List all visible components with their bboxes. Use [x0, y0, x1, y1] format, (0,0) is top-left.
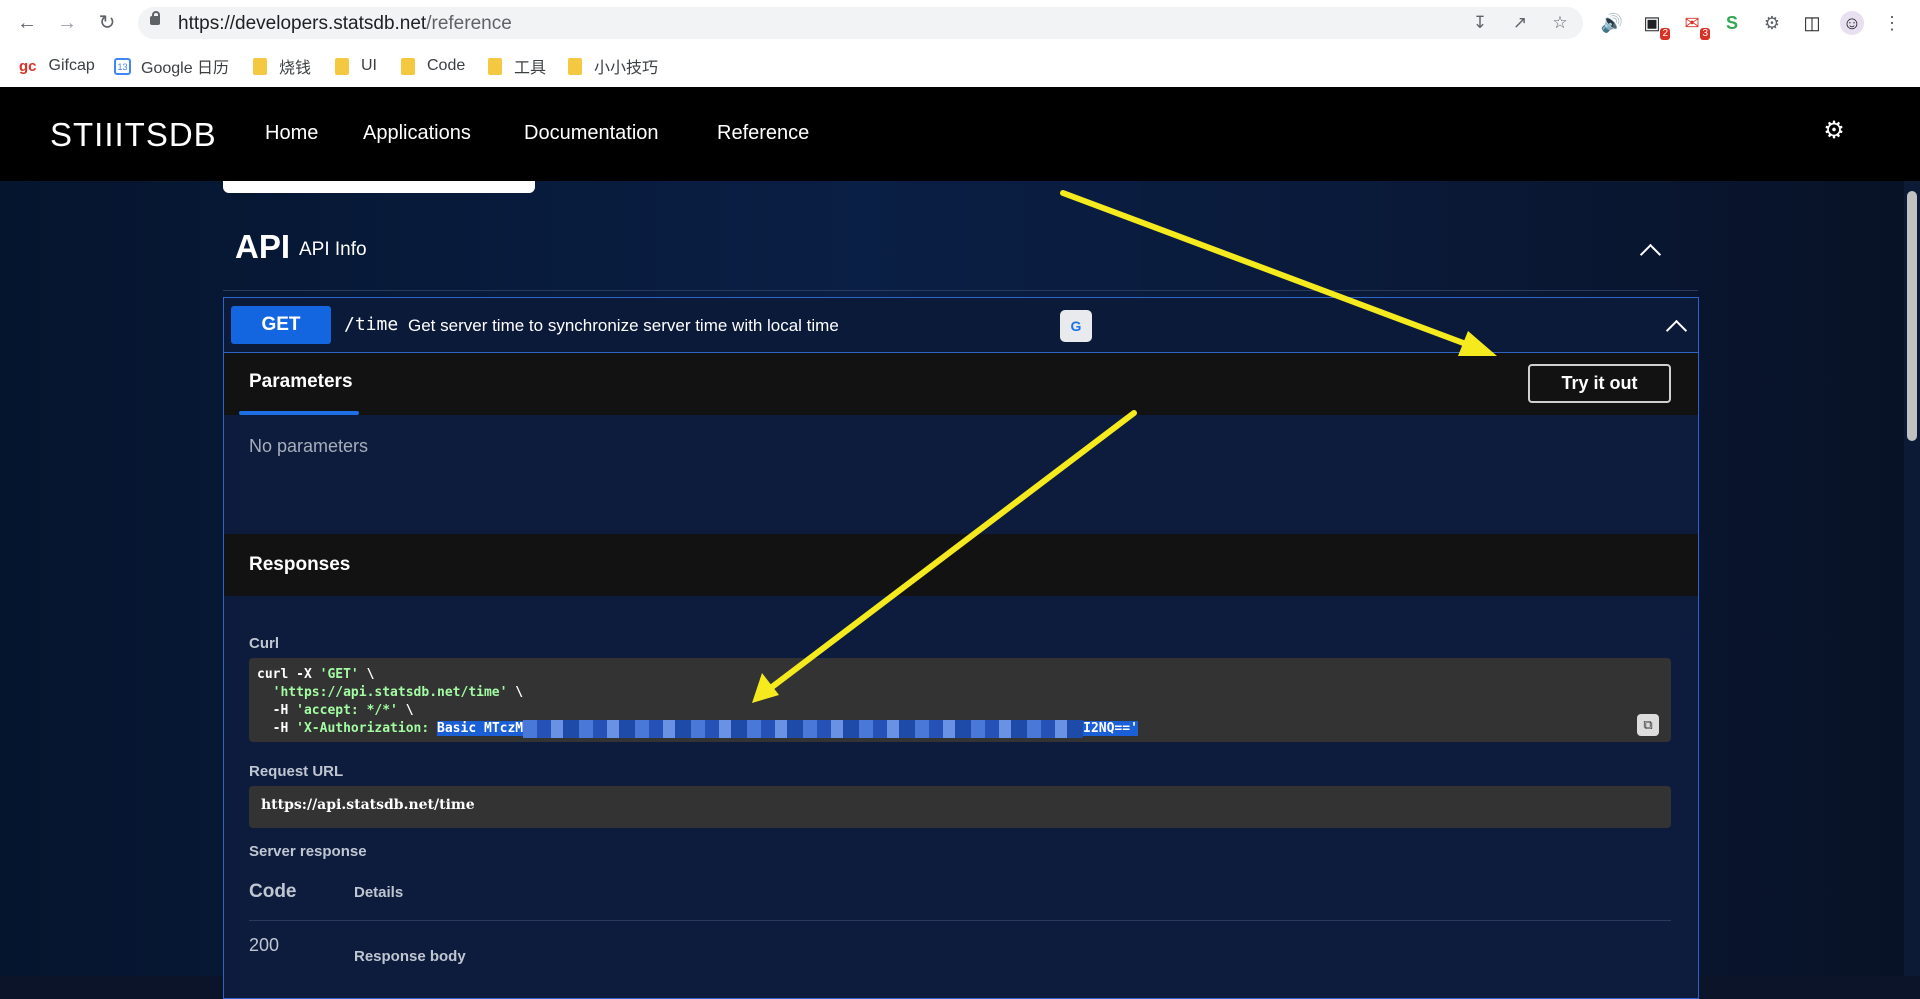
curl-label: Curl: [249, 635, 279, 652]
details-column-header: Details: [354, 884, 404, 901]
try-it-out-button[interactable]: Try it out: [1528, 364, 1671, 403]
tab-parameters[interactable]: Parameters: [249, 371, 353, 393]
sidepanel-icon[interactable]: ◫: [1800, 11, 1824, 35]
chevron-up-icon[interactable]: [1639, 238, 1663, 262]
lock-icon: [150, 11, 160, 25]
star-icon[interactable]: ☆: [1550, 13, 1570, 33]
no-parameters-text: No parameters: [249, 436, 369, 456]
operation-summary: Get server time to synchronize server ti…: [408, 316, 839, 335]
redacted-token: [523, 720, 1084, 738]
back-icon[interactable]: ←: [14, 10, 40, 36]
nav-documentation[interactable]: Documentation: [524, 122, 659, 145]
page-scrollbar[interactable]: [1904, 181, 1920, 976]
bookmark-folder[interactable]: UI: [335, 54, 377, 78]
operation-block: GET /time Get server time to synchronize…: [223, 297, 1699, 999]
folder-icon: [488, 57, 502, 75]
puzzle-icon[interactable]: ⚙: [1760, 11, 1784, 35]
divider: [223, 290, 1698, 291]
bookmark-gifcap[interactable]: gc Gifcap: [19, 54, 95, 78]
server-response-label: Server response: [249, 843, 367, 860]
gear-icon[interactable]: ⚙: [1823, 119, 1845, 143]
extension-icon[interactable]: ▣ 2: [1640, 11, 1670, 40]
share-icon[interactable]: ↗: [1510, 13, 1530, 33]
section-subtitle: API Info: [299, 239, 367, 260]
code-column-header: Code: [249, 881, 297, 902]
url-text[interactable]: https://developers.statsdb.net/reference: [178, 13, 512, 35]
curl-code-block[interactable]: curl -X 'GET' \ 'https://api.statsdb.net…: [249, 658, 1671, 742]
highlighted-token-start: Basic MTczM: [437, 721, 524, 736]
bookmark-folder[interactable]: 小小技巧: [568, 54, 658, 78]
address-bar[interactable]: https://developers.statsdb.net/reference…: [138, 7, 1583, 39]
responses-title: Responses: [249, 554, 351, 575]
site-header: STIIITSDB Home Applications Documentatio…: [0, 87, 1920, 181]
request-url-value[interactable]: https://api.statsdb.net/time: [261, 797, 475, 813]
bookmark-folder[interactable]: 工具: [488, 54, 546, 78]
chevron-up-icon[interactable]: [1665, 314, 1689, 338]
bookmarks-bar: gc Gifcap 13 Google 日历 烧钱 UI Code 工具 小小技巧: [0, 45, 1920, 88]
nav-applications[interactable]: Applications: [363, 122, 471, 145]
responses-bar: Responses: [224, 534, 1698, 596]
install-icon[interactable]: ↧: [1470, 13, 1490, 33]
highlighted-token-end: I2NQ==': [1083, 721, 1138, 736]
nav-home[interactable]: Home: [265, 122, 318, 145]
bookmark-folder[interactable]: 烧钱: [253, 54, 311, 78]
scrollbar-thumb[interactable]: [1907, 191, 1917, 441]
menu-icon[interactable]: ⋮: [1880, 11, 1904, 35]
s-extension-icon[interactable]: S: [1720, 11, 1744, 35]
bookmark-folder[interactable]: Code: [401, 54, 465, 78]
request-url-box[interactable]: https://api.statsdb.net/time: [249, 786, 1671, 828]
method-badge: GET: [231, 306, 331, 344]
copy-icon[interactable]: ⧉: [1637, 714, 1659, 736]
forward-icon[interactable]: →: [54, 10, 80, 36]
response-body-label: Response body: [354, 948, 466, 965]
active-tab-indicator: [239, 411, 359, 415]
table-divider: [249, 920, 1671, 921]
browser-toolbar: ← → ↻ https://developers.statsdb.net/ref…: [0, 0, 1920, 45]
folder-icon: [401, 57, 415, 75]
parameters-bar: Parameters Try it out: [224, 353, 1698, 415]
google-calendar-icon: 13: [114, 57, 131, 75]
site-logo[interactable]: STIIITSDB: [50, 116, 217, 154]
translate-icon[interactable]: G: [1060, 310, 1092, 342]
response-code: 200: [249, 935, 280, 955]
folder-icon: [568, 57, 582, 75]
speaker-icon[interactable]: 🔊: [1600, 11, 1624, 35]
search-box-edge: [223, 181, 535, 193]
extension-badge: 2: [1660, 28, 1670, 40]
reload-icon[interactable]: ↻: [94, 10, 120, 36]
operation-path: /time: [344, 314, 399, 335]
nav-reference[interactable]: Reference: [717, 122, 809, 145]
section-title: API: [235, 228, 291, 265]
bookmark-google-calendar[interactable]: 13 Google 日历: [114, 54, 229, 78]
folder-icon: [253, 57, 267, 75]
gifcap-icon: gc: [19, 57, 37, 75]
mail-badge: 3: [1700, 28, 1710, 40]
profile-avatar[interactable]: ☺: [1840, 11, 1864, 35]
folder-icon: [335, 57, 349, 75]
mail-icon[interactable]: ✉ 3: [1680, 11, 1710, 40]
operation-header[interactable]: GET /time Get server time to synchronize…: [224, 298, 1698, 353]
request-url-label: Request URL: [249, 763, 344, 780]
curl-command[interactable]: curl -X 'GET' \ 'https://api.statsdb.net…: [257, 666, 1138, 738]
